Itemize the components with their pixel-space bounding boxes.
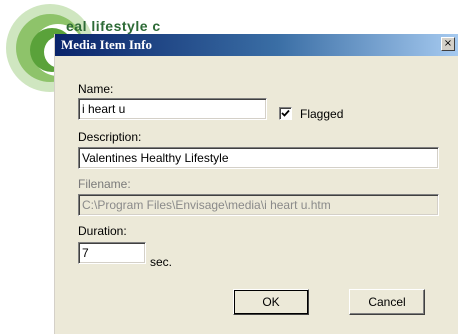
filename-label: Filename: <box>78 177 131 191</box>
checkmark-icon <box>281 109 290 117</box>
ok-button[interactable]: OK <box>233 289 309 315</box>
duration-unit: sec. <box>150 255 173 269</box>
flagged-checkbox[interactable] <box>279 107 292 120</box>
media-item-info-dialog: Media Item Info × Name: i heart u Flagge… <box>54 34 458 334</box>
duration-input[interactable]: 7 <box>78 242 146 264</box>
flagged-label: Flagged <box>300 107 344 121</box>
dialog-titlebar[interactable]: Media Item Info × <box>55 34 458 56</box>
name-input[interactable]: i heart u <box>78 98 267 120</box>
description-input[interactable]: Valentines Healthy Lifestyle <box>78 147 439 169</box>
app-header-text: eal lifestyle c <box>66 18 161 34</box>
name-label: Name: <box>78 82 114 96</box>
filename-field: C:\Program Files\Envisage\media\i heart … <box>78 194 439 216</box>
description-label: Description: <box>78 130 142 144</box>
cancel-button[interactable]: Cancel <box>349 289 425 315</box>
close-icon[interactable]: × <box>441 37 455 51</box>
duration-label: Duration: <box>78 224 127 238</box>
dialog-title: Media Item Info <box>61 37 152 52</box>
